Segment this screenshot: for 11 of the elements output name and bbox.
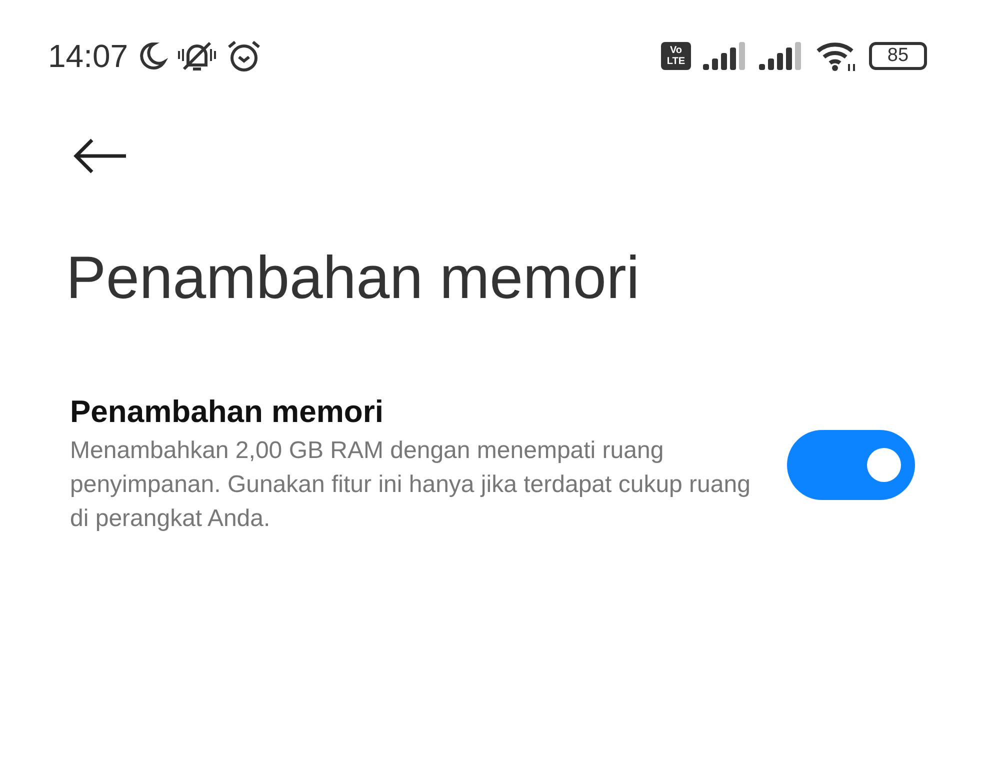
muted-bell-icon <box>176 39 218 73</box>
signal-icon <box>703 42 747 70</box>
wifi-icon <box>815 40 857 72</box>
battery-indicator: 85 <box>869 42 927 70</box>
signal-icon <box>759 42 803 70</box>
setting-title: Penambahan memori <box>70 394 385 430</box>
setting-description: Menambahkan 2,00 GB RAM dengan menempati ruang penyimpanan. Gunakan fitur ini hanya jika terdapat cukup ruang di perangkat Anda. <box>70 436 752 534</box>
alarm-clock-icon <box>226 39 262 73</box>
clock-time: 14:07 <box>48 38 128 74</box>
volte-badge: Vo LTE <box>661 42 691 70</box>
page-title: Penambahan memori <box>66 243 641 312</box>
